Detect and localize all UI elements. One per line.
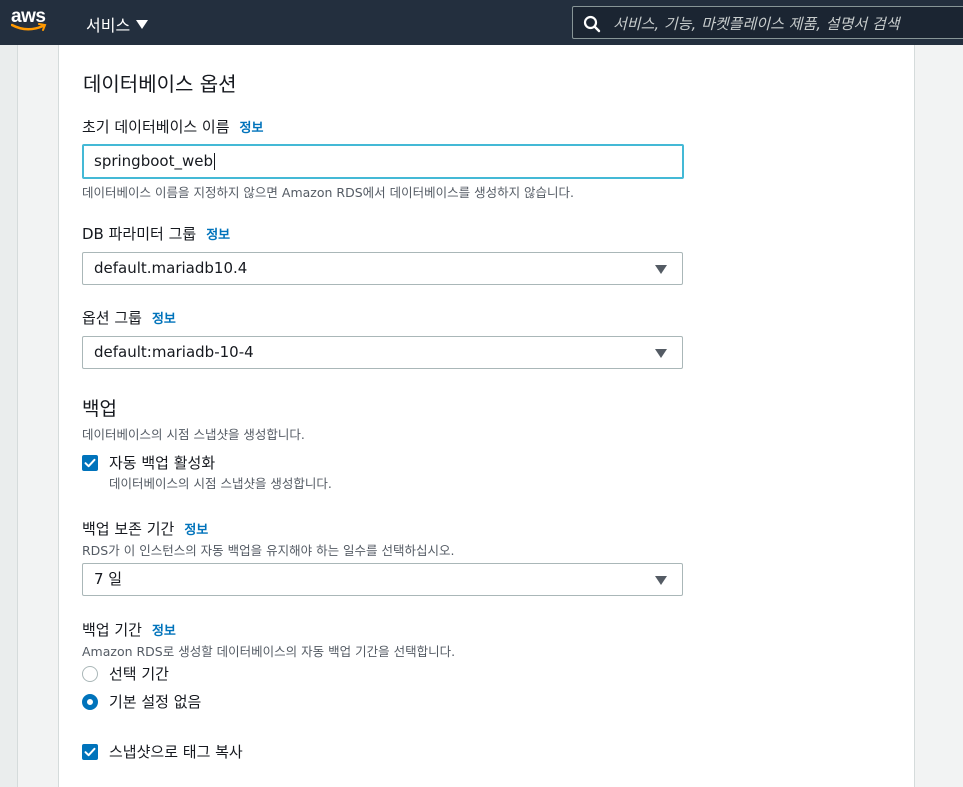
backup-window-info-link[interactable]: 정보 [152, 624, 176, 639]
backup-window-label: 백업 기간 정보 [82, 619, 176, 640]
initial-db-name-label: 초기 데이터베이스 이름 정보 [82, 116, 263, 137]
radio-no-preference-label[interactable]: 기본 설정 없음 [109, 691, 201, 712]
backup-window-description: Amazon RDS로 생성할 데이터베이스의 자동 백업 기간을 선택합니다. [82, 644, 456, 659]
aws-smile-icon [11, 23, 47, 31]
radio-no-preference[interactable] [82, 694, 98, 710]
search-box[interactable]: 서비스, 기능, 마켓플레이스 제품, 설명서 검색 [572, 6, 963, 39]
retention-info-link[interactable]: 정보 [184, 523, 208, 538]
dropdown-arrow-icon [655, 265, 667, 274]
auto-backup-checkbox[interactable] [82, 455, 98, 471]
backup-description: 데이터베이스의 시점 스냅샷을 생성합니다. [82, 427, 305, 442]
services-menu-button[interactable]: 서비스 [86, 12, 149, 36]
section-title: 데이터베이스 옵션 [83, 72, 237, 96]
backup-window-label-text: 백업 기간 [82, 621, 142, 639]
aws-logo[interactable]: aws [11, 6, 51, 36]
initial-db-info-link[interactable]: 정보 [240, 121, 264, 136]
radio-select-window-label[interactable]: 선택 기간 [109, 663, 169, 684]
param-group-select[interactable]: default.mariadb10.4 [82, 252, 683, 285]
option-group-select[interactable]: default:mariadb-10-4 [82, 336, 683, 369]
initial-db-name-value: springboot_web [94, 152, 213, 170]
retention-label-text: 백업 보존 기간 [82, 520, 175, 538]
retention-label: 백업 보존 기간 정보 [82, 518, 208, 539]
retention-period-selected: 7 일 [94, 570, 123, 588]
copy-tags-checkbox[interactable] [82, 744, 98, 760]
retention-description: RDS가 이 인스턴스의 자동 백업을 유지해야 하는 일수를 선택하십시오. [82, 543, 455, 558]
initial-db-name-input[interactable]: springboot_web [82, 144, 684, 179]
dropdown-arrow-icon [655, 349, 667, 358]
dropdown-arrow-icon [655, 576, 667, 585]
retention-period-select[interactable]: 7 일 [82, 563, 683, 596]
search-placeholder: 서비스, 기능, 마켓플레이스 제품, 설명서 검색 [613, 15, 900, 33]
param-group-label: DB 파라미터 그룹 정보 [82, 223, 230, 244]
backup-title: 백업 [82, 398, 117, 420]
auto-backup-label[interactable]: 자동 백업 활성화 [109, 452, 215, 473]
radio-select-window[interactable] [82, 666, 98, 682]
search-icon [583, 15, 601, 33]
side-panel-strip [0, 45, 18, 787]
param-group-selected: default.mariadb10.4 [94, 259, 248, 277]
copy-tags-label[interactable]: 스냅샷으로 태그 복사 [109, 741, 243, 762]
initial-db-name-label-text: 초기 데이터베이스 이름 [82, 118, 230, 136]
initial-db-name-hint: 데이터베이스 이름을 지정하지 않으면 Amazon RDS에서 데이터베이스를… [82, 185, 575, 200]
checkmark-icon [84, 747, 96, 757]
option-group-label-text: 옵션 그룹 [82, 309, 142, 327]
param-group-info-link[interactable]: 정보 [206, 228, 230, 243]
option-group-label: 옵션 그룹 정보 [82, 307, 176, 328]
auto-backup-description: 데이터베이스의 시점 스냅샷을 생성합니다. [109, 476, 332, 491]
option-group-selected: default:mariadb-10-4 [94, 343, 254, 361]
option-group-info-link[interactable]: 정보 [152, 312, 176, 327]
checkmark-icon [84, 458, 96, 468]
services-label: 서비스 [86, 16, 131, 35]
text-cursor [213, 153, 215, 170]
caret-down-icon [136, 20, 149, 29]
param-group-label-text: DB 파라미터 그룹 [82, 225, 197, 243]
top-navigation: aws 서비스 서비스, 기능, 마켓플레이스 제품, 설명서 검색 [0, 0, 963, 45]
